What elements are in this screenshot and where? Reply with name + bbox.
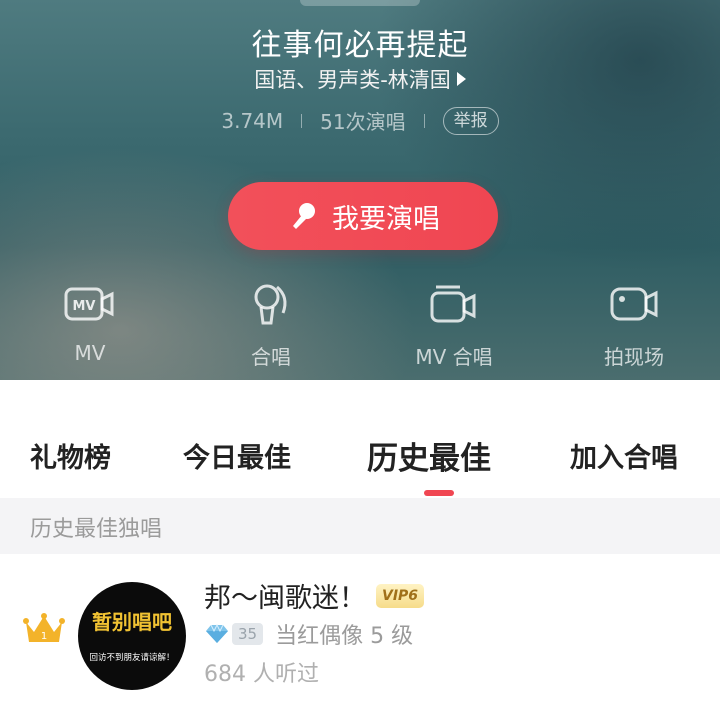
sing-button-label: 我要演唱 [332,203,440,235]
list-item[interactable]: 1 暂别唱吧 回访不到朋友请谅解！ 邦～闽歌迷！ VIP6 35 当红偶像 5 … [0,554,720,720]
user-level-row: 35 当红偶像 5 级 [204,618,413,650]
tab-all-time-best[interactable]: 历史最佳 [367,433,491,478]
song-header: 往事何必再提起 国语、男声类-林清国 3.74M 51次演唱 举报 我要演唱 M… [0,0,720,380]
ranking-tabs: 礼物榜 今日最佳 历史最佳 加入合唱 [0,380,720,498]
crown-icon: 1 [23,613,65,642]
divider [301,113,303,128]
active-tab-indicator [424,490,454,496]
avatar-subtext: 回访不到朋友请谅解！ [89,653,175,663]
action-mv[interactable]: MV MV [25,283,155,365]
report-button[interactable]: 举报 [442,106,499,135]
tab-today-best[interactable]: 今日最佳 [183,436,291,475]
duet-mic-icon [254,284,287,325]
chevron-right-icon [456,72,466,86]
song-stats: 3.74M 51次演唱 举报 [0,106,720,135]
tab-join-duet[interactable]: 加入合唱 [570,436,678,475]
sing-button[interactable]: 我要演唱 [228,182,498,250]
listener-count: 684 人听过 [204,662,319,687]
mv-camera-icon: MV [64,287,114,321]
play-count: 3.74M [221,108,284,133]
divider [423,113,425,128]
section-title: 历史最佳独唱 [30,517,163,542]
svg-text:MV: MV [73,299,96,314]
rank-number: 1 [41,631,47,642]
tab-gift-ranking[interactable]: 礼物榜 [30,436,111,475]
sing-count: 51次演唱 [320,110,406,134]
song-title: 往事何必再提起 [251,28,469,63]
action-label: MV [74,341,106,365]
action-label: 拍现场 [604,345,664,369]
top-strip [300,0,420,6]
microphone-icon [293,203,315,229]
action-bar: MV MV 合唱 MV 合唱 拍现场 [0,283,720,373]
action-mv-duet[interactable]: MV 合唱 [389,283,519,370]
video-camera-icon [610,287,658,321]
diamond-icon [206,623,228,643]
vip-badge: VIP6 [376,583,425,608]
user-name[interactable]: 邦～闽歌迷！ [204,576,366,615]
action-live-video[interactable]: 拍现场 [569,283,699,370]
section-header: 历史最佳独唱 [0,498,720,554]
level-text: 当红偶像 5 级 [275,624,414,649]
action-label: MV 合唱 [415,345,493,369]
mv-duet-camera-icon [430,285,476,323]
action-duet[interactable]: 合唱 [206,283,336,370]
action-label: 合唱 [251,345,291,369]
avatar-text: 暂别唱吧 [92,610,172,634]
avatar[interactable]: 暂别唱吧 回访不到朋友请谅解！ [78,582,186,690]
song-subtitle[interactable]: 国语、男声类-林清国 [0,64,720,94]
level-number: 35 [232,623,264,645]
user-name-row: 邦～闽歌迷！ VIP6 [204,576,425,615]
song-subtitle-text: 国语、男声类-林清国 [254,68,451,92]
